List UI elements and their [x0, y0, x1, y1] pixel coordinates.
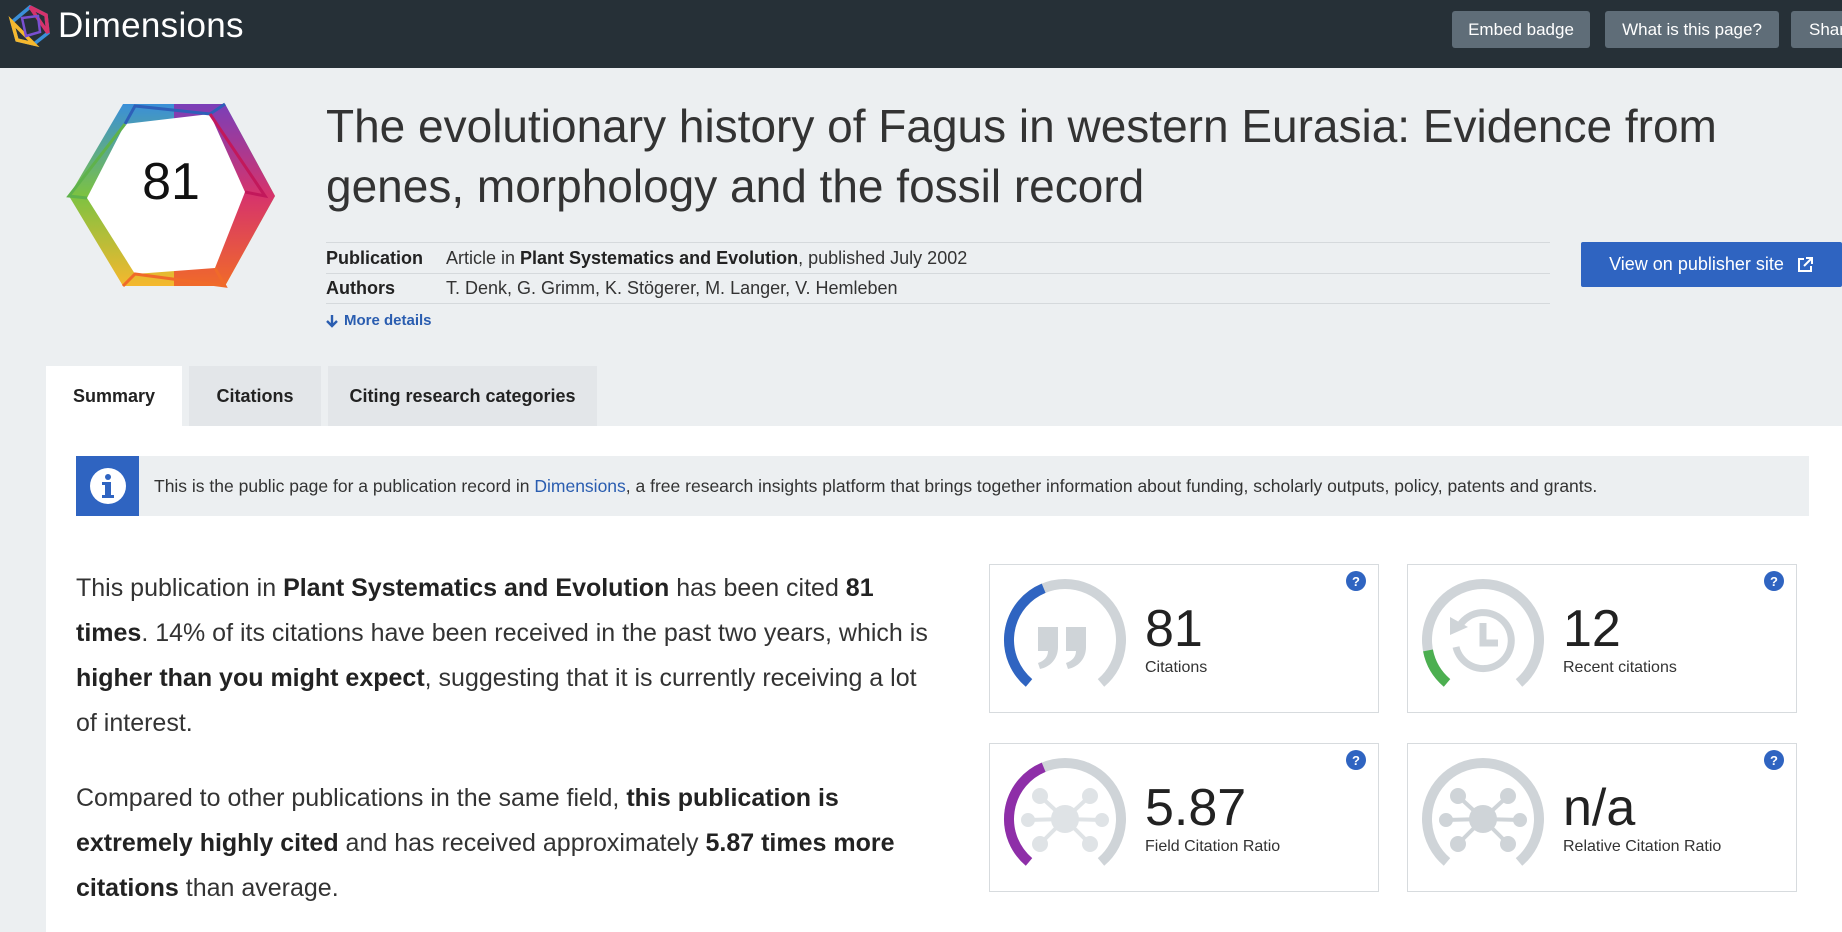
brand[interactable]: Dimensions	[8, 4, 244, 48]
summary-paragraph-1: This publication in Plant Systematics an…	[76, 574, 928, 737]
network-icon	[1021, 788, 1109, 852]
help-icon[interactable]: ?	[1346, 750, 1366, 770]
arrow-down-icon	[326, 314, 338, 328]
clock-history-icon	[1452, 609, 1515, 673]
summary-panel: This is the public page for a publicatio…	[46, 426, 1842, 932]
summary-paragraph-2: Compared to other publications in the sa…	[76, 784, 895, 902]
help-icon[interactable]: ?	[1764, 750, 1784, 770]
dimensions-link[interactable]: Dimensions	[534, 476, 625, 496]
more-details-label: More details	[344, 312, 432, 329]
citations-label: Citations	[1145, 659, 1208, 676]
metric-card-recent-citations: 12 Recent citations ?	[1407, 564, 1797, 713]
metric-card-field-citation-ratio: 5.87 Field Citation Ratio ?	[989, 743, 1379, 892]
journal-name: Plant Systematics and Evolution	[520, 247, 799, 268]
embed-badge-button[interactable]: Embed badge	[1452, 11, 1590, 48]
publication-meta: Publication Article in Plant Systematics…	[326, 242, 1550, 304]
attention-score: 81	[142, 153, 200, 211]
meta-value-publication: Article in Plant Systematics and Evoluti…	[446, 247, 968, 268]
help-icon[interactable]: ?	[1764, 571, 1784, 591]
app-name: Dimensions	[58, 6, 244, 45]
help-icon[interactable]: ?	[1346, 571, 1366, 591]
gauge-value-arc	[1423, 649, 1451, 687]
tab-citing-research-categories[interactable]: Citing research categories	[328, 366, 597, 426]
external-link-icon	[1797, 256, 1813, 272]
view-on-publisher-site-button[interactable]: View on publisher site	[1581, 242, 1842, 287]
field-citation-ratio-label: Field Citation Ratio	[1145, 838, 1281, 855]
meta-value-authors: T. Denk, G. Grimm, K. Stögerer, M. Lange…	[446, 278, 898, 298]
page-title: The evolutionary history of Fagus in wes…	[326, 100, 1717, 212]
top-bar: Dimensions Embed badge What is this page…	[0, 0, 1842, 68]
network-icon	[1439, 788, 1527, 852]
tab-summary[interactable]: Summary	[46, 366, 182, 426]
publisher-button-label: View on publisher site	[1609, 254, 1784, 274]
metric-card-relative-citation-ratio: n/a Relative Citation Ratio ?	[1407, 743, 1797, 892]
more-details-link[interactable]: More details	[326, 312, 432, 329]
info-text: This is the public page for a publicatio…	[154, 475, 1598, 496]
meta-row-authors: Authors T. Denk, G. Grimm, K. Stögerer, …	[326, 273, 1550, 304]
share-button[interactable]: Share	[1791, 11, 1842, 48]
info-banner: This is the public page for a publicatio…	[76, 456, 1809, 516]
meta-key-authors: Authors	[326, 278, 395, 298]
citations-gauge	[1004, 579, 1126, 687]
relative-citation-ratio-value: n/a	[1563, 779, 1636, 837]
relative-citation-ratio-label: Relative Citation Ratio	[1563, 838, 1722, 855]
summary-text: This publication in Plant Systematics an…	[76, 566, 936, 911]
recent-citations-label: Recent citations	[1563, 659, 1677, 676]
metric-card-citations: 81 Citations ?	[989, 564, 1379, 713]
relative-citation-ratio-gauge	[1422, 758, 1544, 866]
meta-key-publication: Publication	[326, 247, 424, 268]
tab-citations[interactable]: Citations	[189, 366, 321, 426]
dimensions-logo-icon	[8, 4, 50, 48]
field-citation-ratio-gauge	[1004, 758, 1126, 866]
recent-citations-gauge	[1422, 579, 1544, 687]
info-icon	[76, 456, 139, 516]
quote-icon	[1038, 627, 1086, 669]
citations-value: 81	[1145, 600, 1203, 658]
what-is-this-page-button[interactable]: What is this page?	[1605, 11, 1779, 48]
meta-row-publication: Publication Article in Plant Systematics…	[326, 242, 1550, 273]
field-citation-ratio-value: 5.87	[1145, 779, 1247, 837]
recent-citations-value: 12	[1563, 600, 1621, 658]
